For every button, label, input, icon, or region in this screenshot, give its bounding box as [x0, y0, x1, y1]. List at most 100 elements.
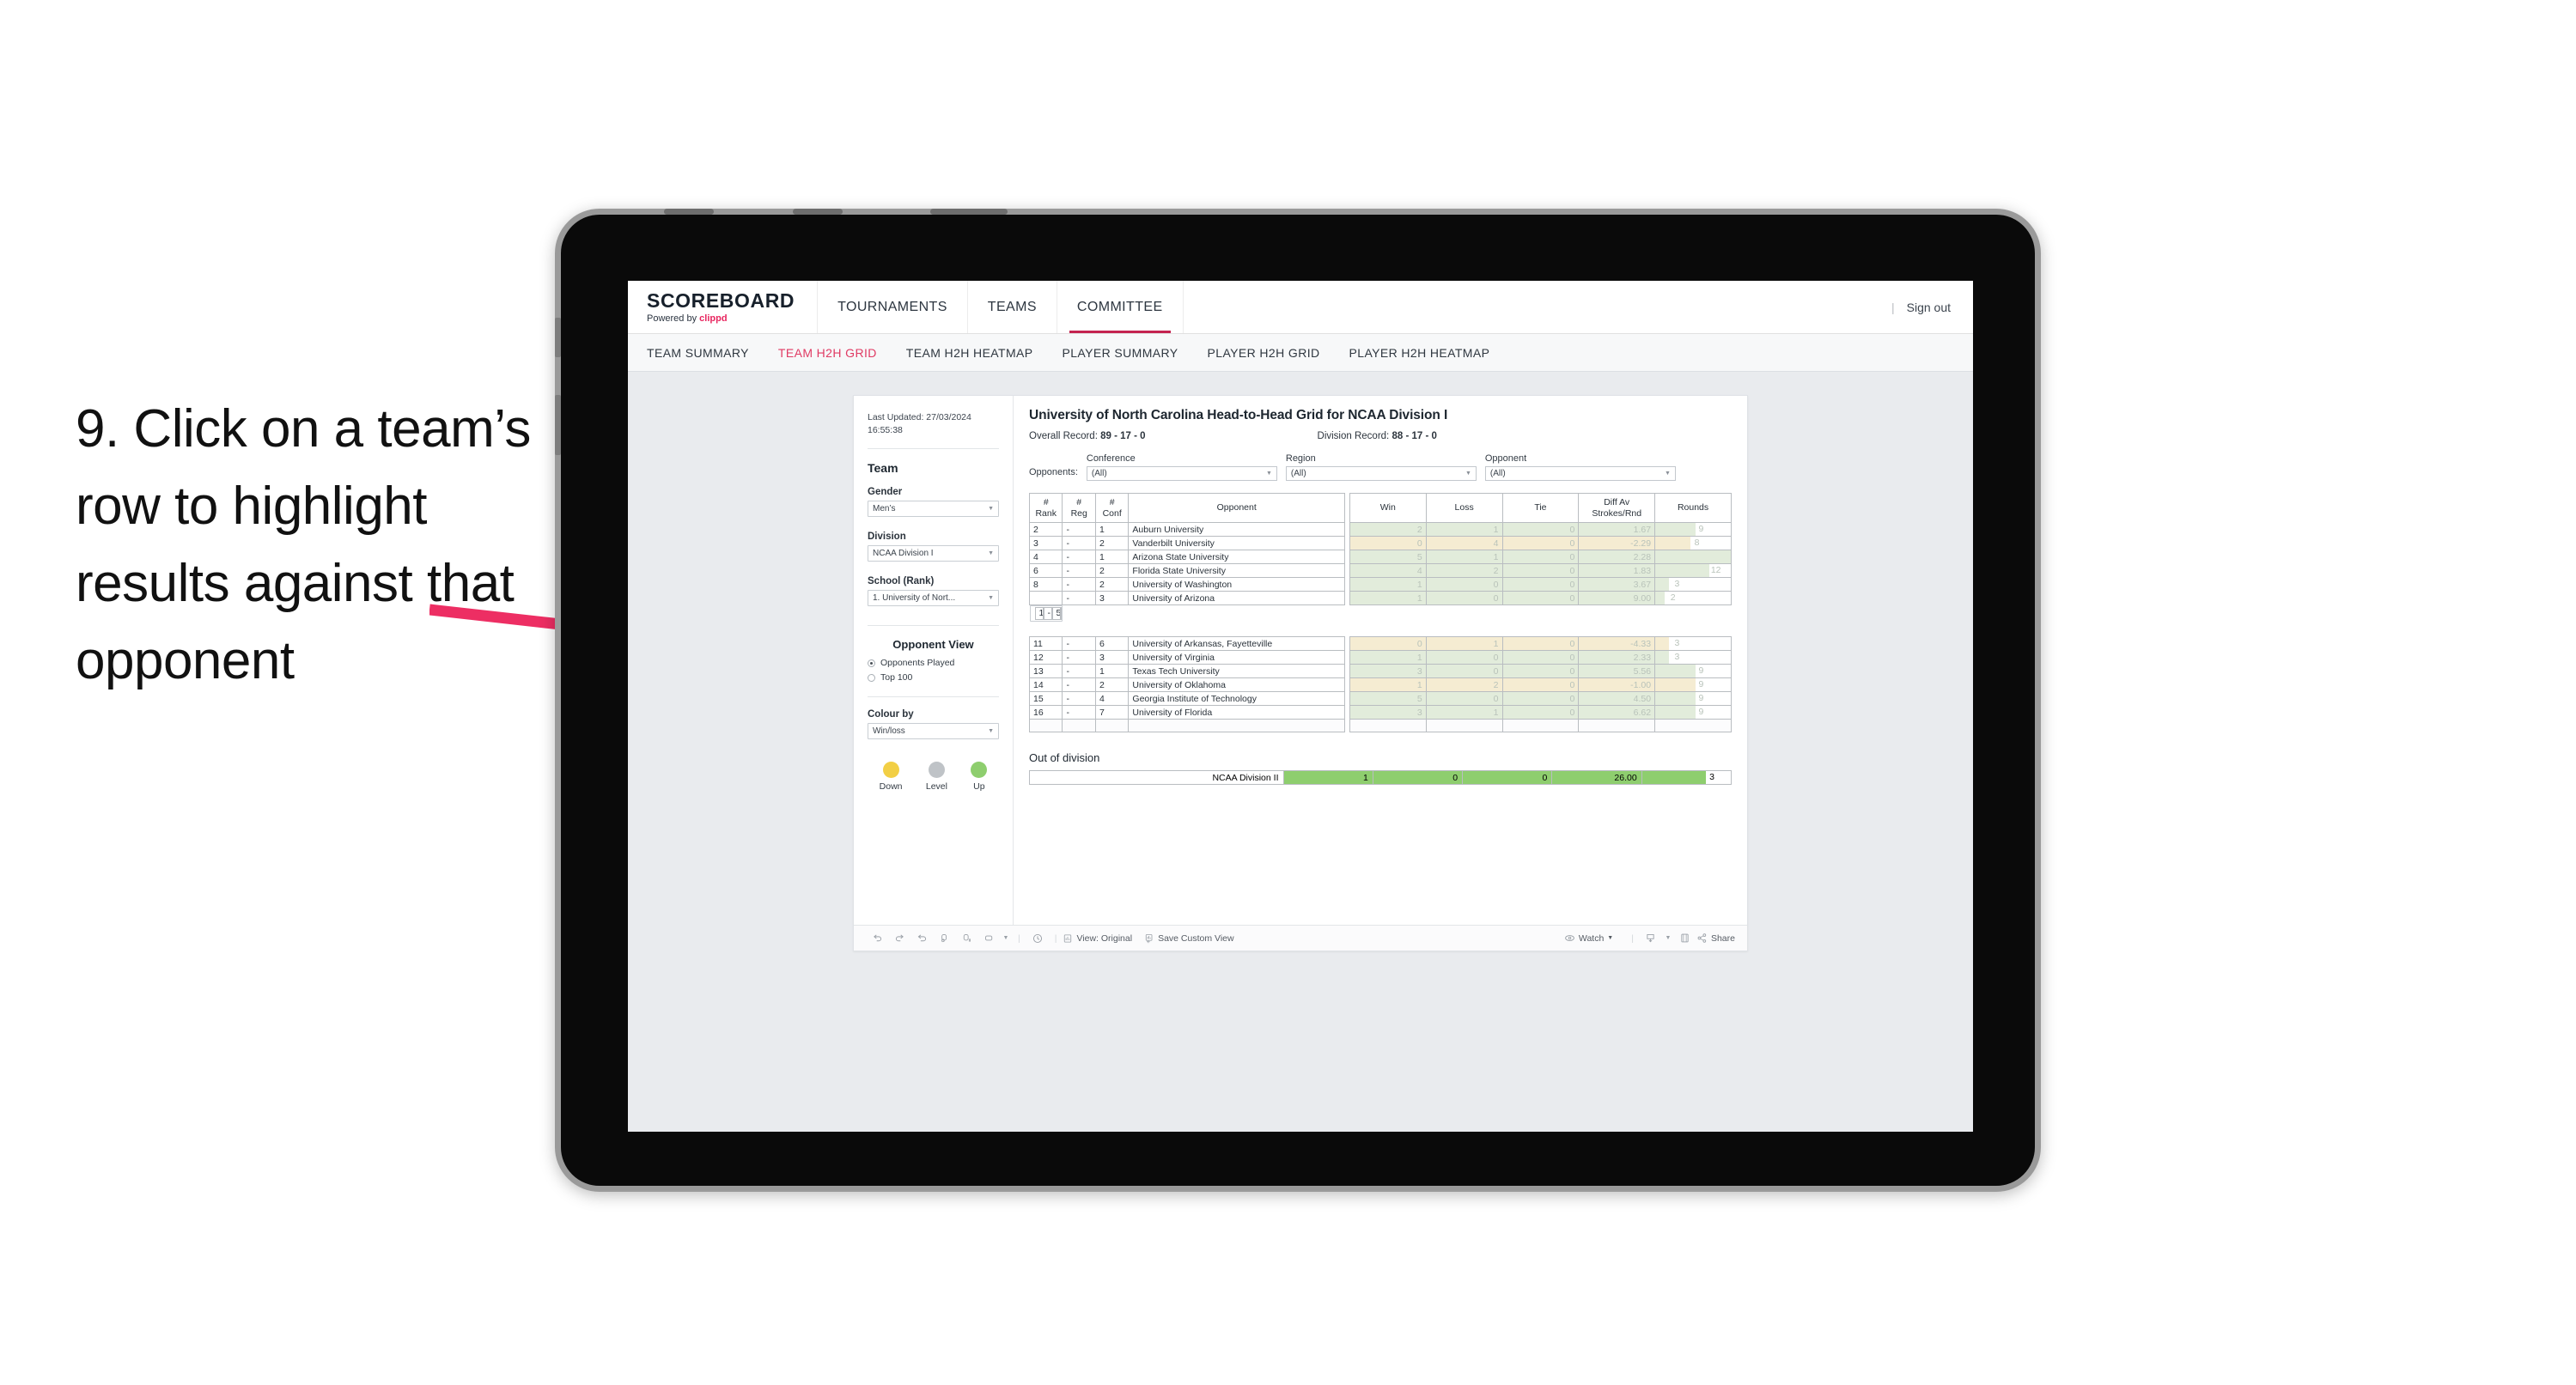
fullscreen-icon[interactable]: [1674, 932, 1696, 944]
radio-top-100[interactable]: Top 100: [868, 672, 999, 683]
device-side-button-1: [555, 318, 561, 357]
tab-player-h2h-heatmap[interactable]: PLAYER H2H HEATMAP: [1349, 346, 1490, 360]
cell-reg: -: [1062, 550, 1096, 564]
cell-rounds: 8: [1654, 536, 1732, 550]
table-row[interactable]: 16-7 University of Florida 3 1 0 6.62 9: [1028, 705, 1732, 720]
download-icon[interactable]: [1640, 932, 1662, 944]
cell-win: 3: [1349, 664, 1427, 678]
tab-team-h2h-heatmap[interactable]: TEAM H2H HEATMAP: [906, 346, 1033, 360]
filter-region-select[interactable]: (All) ▼: [1285, 466, 1477, 481]
legend-dot-level-icon: [928, 762, 945, 779]
table-row[interactable]: 13-1 Texas Tech University 3 0 0 5.56 9: [1028, 664, 1732, 678]
table-row[interactable]: 6-2 Florida State University 4 2 0 1.83 12: [1028, 563, 1732, 578]
cell-reg: -: [1062, 664, 1096, 678]
cell-win: 1: [1349, 650, 1427, 665]
tab-player-h2h-grid[interactable]: PLAYER H2H GRID: [1208, 346, 1320, 360]
pan-icon[interactable]: [977, 932, 1000, 944]
chevron-down-icon: ▼: [1265, 471, 1272, 477]
filter-opponent-select[interactable]: (All) ▼: [1484, 466, 1676, 481]
legend-up-label: Up: [973, 781, 985, 793]
cell-loss: 0: [1425, 664, 1503, 678]
cell-loss: 0: [1425, 650, 1503, 665]
cell-opponent: Vanderbilt University: [1128, 536, 1346, 550]
filter-region-label: Region: [1285, 453, 1316, 464]
cell-reg: -: [1062, 650, 1096, 665]
visualization-area: Last Updated: 27/03/2024 16:55:38 Team G…: [628, 372, 1973, 951]
history-icon[interactable]: [1026, 932, 1049, 945]
col-rank: # Rank: [1028, 493, 1063, 523]
tab-team-h2h-grid[interactable]: TEAM H2H GRID: [778, 346, 877, 360]
table-row[interactable]: -3 University of Arizona 1 0 0 9.00 2: [1028, 591, 1732, 605]
cell-opponent: Texas Tech University: [1128, 664, 1346, 678]
filter-conference-select[interactable]: (All) ▼: [1086, 466, 1277, 481]
top-navigation: TOURNAMENTS TEAMS COMMITTEE: [818, 281, 1184, 333]
cell-win: 1: [1349, 677, 1427, 692]
cell-reg: -: [1062, 691, 1096, 706]
nav-teams[interactable]: TEAMS: [968, 281, 1057, 333]
table-row[interactable]: 11-6 University of Arkansas, Fayetteville…: [1028, 636, 1732, 651]
records-row: Overall Record: 89 - 17 - 0 Division Rec…: [1029, 431, 1732, 441]
radio-icon: [868, 673, 875, 682]
table-row[interactable]: 8-2 University of Washington 1 0 0 3.67 3: [1028, 577, 1732, 592]
redo-icon[interactable]: [888, 932, 910, 944]
tablet-screen: SCOREBOARD Powered by clippd TOURNAMENTS…: [628, 281, 1973, 1132]
sign-out-link[interactable]: Sign out: [1907, 301, 1951, 314]
legend-level-label: Level: [925, 781, 947, 793]
dashboard-panel: Last Updated: 27/03/2024 16:55:38 Team G…: [853, 395, 1748, 951]
tab-team-summary[interactable]: TEAM SUMMARY: [647, 346, 749, 360]
cell-diff: 1.67: [1578, 522, 1656, 537]
cell-conf: 3: [1094, 650, 1130, 665]
cell-blank: [1094, 719, 1130, 732]
device-top-button-3: [930, 209, 1008, 215]
nav-committee[interactable]: COMMITTEE: [1057, 281, 1184, 333]
filter-conference: Conference (All) ▼: [1086, 453, 1277, 481]
table-row[interactable]: 4-1Arizona State University5102.2817: [1028, 550, 1732, 564]
filter-conference-label: Conference: [1086, 453, 1136, 464]
table-blank-row: [1028, 719, 1732, 732]
table-row[interactable]: 12-3 University of Virginia 1 0 0 2.33 3: [1028, 650, 1732, 665]
pause-icon[interactable]: [955, 932, 977, 944]
division-label: Division: [868, 532, 906, 543]
pan-dropdown-icon[interactable]: ▼: [1000, 935, 1012, 941]
brand-subtitle: Powered by clippd: [647, 313, 795, 324]
cell-diff: -1.00: [1578, 677, 1656, 692]
nav-tournaments[interactable]: TOURNAMENTS: [818, 281, 968, 333]
cell-diff: 5.56: [1578, 664, 1656, 678]
radio-opponents-played[interactable]: Opponents Played: [868, 658, 999, 668]
tab-player-summary[interactable]: PLAYER SUMMARY: [1063, 346, 1178, 360]
chevron-down-icon: ▼: [988, 595, 994, 602]
ood-loss: 0: [1372, 770, 1464, 785]
school-rank-select[interactable]: 1. University of Nort... ▼: [868, 590, 999, 607]
undo-icon[interactable]: [866, 932, 888, 944]
cell-reg: -: [1062, 522, 1096, 537]
refresh-icon[interactable]: [933, 932, 955, 944]
division-select[interactable]: NCAA Division I ▼: [868, 545, 999, 562]
view-original-button[interactable]: View: Original: [1063, 933, 1132, 944]
cell-win: 3: [1349, 705, 1427, 720]
radio-top-100-label: Top 100: [880, 672, 913, 683]
share-button[interactable]: Share: [1696, 932, 1735, 944]
table-row[interactable]: 10-5University of Alabama3002.618: [1029, 605, 1063, 622]
watch-button[interactable]: Watch ▼: [1564, 932, 1613, 944]
overall-record-value: 89 - 17 - 0: [1100, 431, 1146, 441]
table-row[interactable]: 2-1 Auburn University 2 1 0 1.67 9: [1028, 522, 1732, 537]
gender-select[interactable]: Men’s ▼: [868, 501, 999, 518]
save-custom-view-button[interactable]: Save Custom View: [1144, 933, 1234, 944]
table-row[interactable]: 3-2 Vanderbilt University 0 4 0 -2.29 8: [1028, 536, 1732, 550]
grid-main-panel: University of North Carolina Head-to-Hea…: [1014, 396, 1747, 925]
ood-diff: 26.00: [1551, 770, 1642, 785]
cell-opponent: University of Washington: [1128, 577, 1346, 592]
chevron-down-icon: ▼: [1664, 471, 1671, 477]
colour-by-label: Colour by: [868, 709, 914, 720]
download-dropdown-icon[interactable]: ▼: [1662, 935, 1674, 941]
table-row[interactable]: 14-2 University of Oklahoma 1 2 0 -1.00 9: [1028, 677, 1732, 692]
colour-by-select[interactable]: Win/loss ▼: [868, 723, 999, 740]
cell-tie: 0: [1501, 636, 1580, 651]
out-of-division-row[interactable]: NCAA Division II 1 0 0 26.00 3: [1029, 770, 1733, 785]
cell-reg: -: [1062, 705, 1096, 720]
cell-tie: 0: [1501, 563, 1580, 578]
revert-icon[interactable]: [910, 932, 933, 944]
filter-region-value: (All): [1290, 469, 1306, 478]
table-row[interactable]: 15-4 Georgia Institute of Technology 5 0 0 4.…: [1028, 691, 1732, 706]
filters-sidebar: Last Updated: 27/03/2024 16:55:38 Team G…: [854, 396, 1014, 925]
